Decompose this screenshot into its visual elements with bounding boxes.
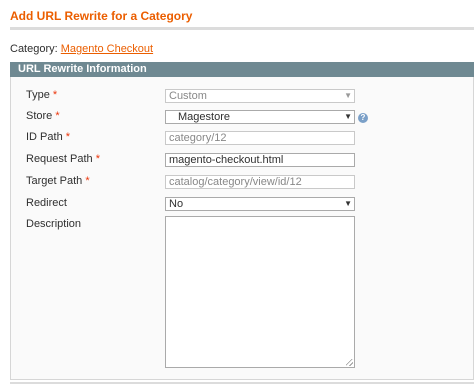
- type-select-value: Custom: [169, 90, 207, 102]
- type-label: Type *: [26, 89, 57, 101]
- redirect-select[interactable]: No ▼: [165, 197, 355, 211]
- fieldset-title: URL Rewrite Information: [18, 63, 147, 75]
- category-line: Category: Magento Checkout: [10, 43, 153, 55]
- required-mark: *: [65, 131, 71, 143]
- id-path-label: ID Path *: [26, 131, 70, 143]
- id-path-value: category/12: [169, 132, 227, 144]
- resize-handle-icon[interactable]: [346, 359, 353, 366]
- store-label-text: Store: [26, 110, 53, 122]
- required-mark: *: [85, 175, 90, 187]
- description-textarea[interactable]: [165, 216, 355, 368]
- page-title: Add URL Rewrite for a Category: [10, 9, 193, 23]
- target-path-value: catalog/category/view/id/12: [169, 176, 302, 188]
- redirect-label-text: Redirect: [26, 197, 67, 209]
- help-icon[interactable]: ?: [358, 113, 368, 123]
- target-path-label-text: Target Path: [26, 175, 83, 187]
- chevron-down-icon: ▼: [344, 112, 352, 121]
- category-link[interactable]: Magento Checkout: [61, 43, 153, 55]
- store-select-value: Magestore: [178, 111, 230, 123]
- type-select[interactable]: Custom ▼: [165, 89, 355, 103]
- description-label: Description: [26, 218, 81, 230]
- required-mark: *: [55, 110, 60, 122]
- id-path-label-text: ID Path: [26, 131, 63, 143]
- request-path-input[interactable]: magento-checkout.html: [165, 153, 355, 167]
- redirect-label: Redirect: [26, 197, 67, 209]
- request-path-value: magento-checkout.html: [169, 154, 284, 166]
- category-prefix: Category:: [10, 43, 58, 55]
- title-divider: [10, 27, 474, 30]
- store-label: Store *: [26, 110, 60, 122]
- description-label-text: Description: [26, 218, 82, 230]
- chevron-down-icon: ▼: [344, 91, 352, 100]
- target-path-label: Target Path *: [26, 175, 90, 187]
- type-label-text: Type: [26, 89, 50, 101]
- request-path-label-text: Request Path: [26, 153, 93, 165]
- store-select[interactable]: Magestore ▼: [165, 110, 355, 124]
- required-mark: *: [95, 153, 100, 165]
- id-path-input[interactable]: category/12: [165, 131, 355, 145]
- redirect-select-value: No: [169, 198, 184, 210]
- fieldset-header: URL Rewrite Information: [10, 62, 474, 77]
- chevron-down-icon: ▼: [344, 199, 352, 208]
- required-mark: *: [52, 89, 58, 101]
- request-path-label: Request Path *: [26, 153, 100, 165]
- target-path-input[interactable]: catalog/category/view/id/12: [165, 175, 355, 189]
